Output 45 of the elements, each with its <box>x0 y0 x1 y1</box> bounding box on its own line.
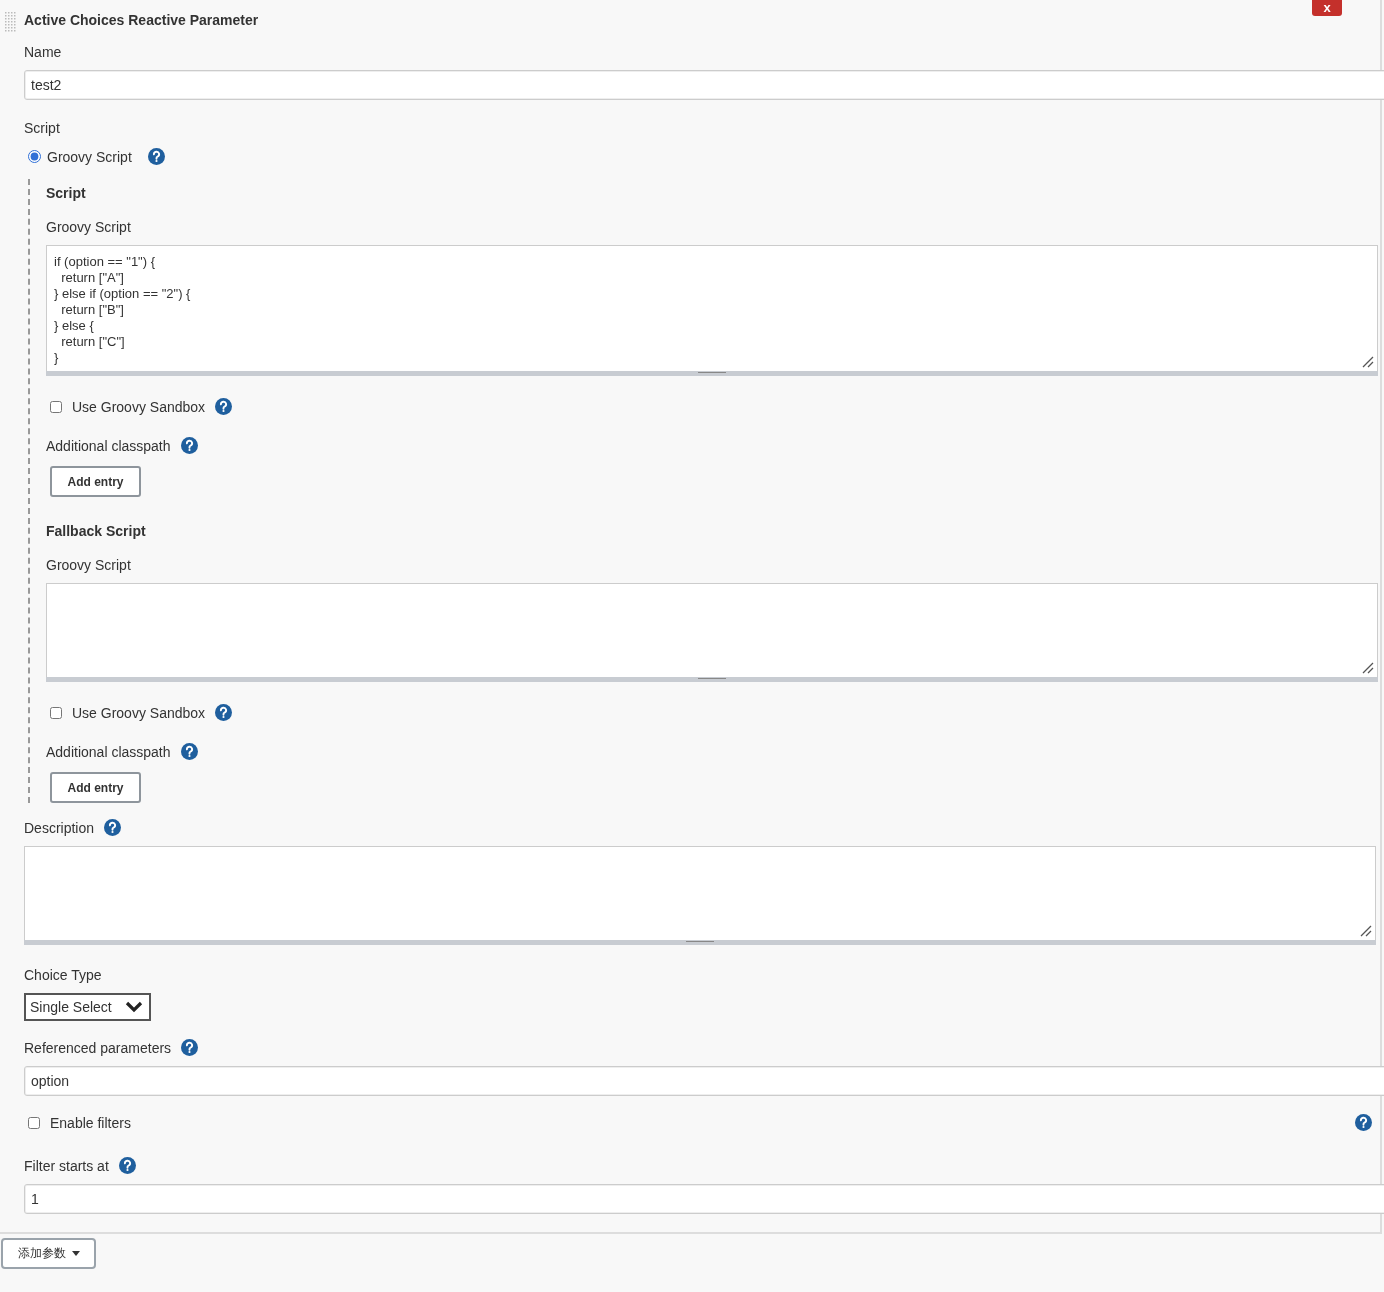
help-icon[interactable] <box>118 1157 136 1174</box>
resize-grip-icon[interactable] <box>1362 356 1374 368</box>
help-icon[interactable] <box>181 1039 199 1056</box>
add-entry-button[interactable]: Add entry <box>50 772 141 803</box>
field-label: Groovy Script <box>46 219 131 235</box>
text-field[interactable]: 1 <box>24 1184 1384 1214</box>
field-label: Fallback Script <box>46 523 146 539</box>
drag-handle-icon[interactable] <box>5 12 17 33</box>
checkbox-label[interactable]: Enable filters <box>50 1114 131 1131</box>
help-icon[interactable] <box>104 819 122 836</box>
caret-down-icon <box>71 1251 80 1256</box>
add-entry-button[interactable]: Add entry <box>50 466 141 497</box>
help-icon[interactable] <box>1355 1114 1372 1131</box>
help-icon[interactable] <box>215 704 233 721</box>
text-field[interactable]: test2 <box>24 70 1384 100</box>
radio-button[interactable] <box>28 150 41 163</box>
checkbox[interactable] <box>28 1116 40 1129</box>
field-label: Script <box>24 120 60 136</box>
chevron-down-icon <box>125 1001 143 1013</box>
add-parameter-button[interactable]: 添加参数 <box>1 1238 96 1269</box>
field-label: Description <box>24 819 95 836</box>
help-icon[interactable] <box>180 437 198 454</box>
checkbox[interactable] <box>50 400 62 413</box>
help-icon[interactable] <box>147 148 165 165</box>
resize-grip-icon[interactable] <box>1360 925 1372 937</box>
help-icon[interactable] <box>180 743 198 760</box>
radio-label[interactable]: Groovy Script <box>47 148 132 165</box>
checkbox-label[interactable]: Use Groovy Sandbox <box>72 398 206 415</box>
field-label: Name <box>24 44 62 60</box>
text-field[interactable]: option <box>24 1066 1384 1096</box>
checkbox-label[interactable]: Use Groovy Sandbox <box>72 704 206 721</box>
close-button[interactable]: x <box>1312 0 1342 16</box>
field-label: Additional classpath <box>46 437 171 454</box>
field-label: Additional classpath <box>46 743 171 760</box>
resize-grip-icon[interactable] <box>1362 662 1374 674</box>
help-icon[interactable] <box>215 398 233 415</box>
field-label: Filter starts at <box>24 1157 109 1174</box>
panel-title: Active Choices Reactive Parameter <box>24 12 259 28</box>
field-label: Choice Type <box>24 967 102 983</box>
choice-type-dropdown[interactable]: Single Select <box>24 993 151 1021</box>
code-editor[interactable]: if (option == "1") { return ["A"] } else if (option == "2") { return ["B"] } else { return ["C"] } <box>46 245 1378 371</box>
field-label: Groovy Script <box>46 557 131 573</box>
field-label: Referenced parameters <box>24 1039 172 1056</box>
checkbox[interactable] <box>50 706 62 719</box>
field-label: Script <box>46 185 86 201</box>
